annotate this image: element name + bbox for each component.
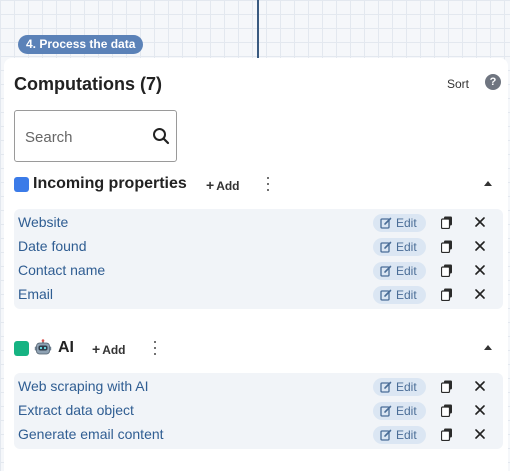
item-label[interactable]: Website [18, 214, 68, 230]
section-title-incoming: Incoming properties [33, 175, 187, 192]
robot-icon [34, 339, 52, 355]
collapse-ai-icon[interactable] [484, 345, 492, 350]
edit-icon [380, 429, 392, 441]
edit-icon [380, 289, 392, 301]
list-item: Email Edit [14, 283, 503, 307]
close-icon[interactable] [475, 429, 485, 439]
collapse-incoming-icon[interactable] [484, 181, 492, 186]
ai-color-swatch [14, 341, 29, 356]
section-title-ai: AI [58, 339, 74, 356]
edit-icon [380, 265, 392, 277]
copy-icon[interactable] [441, 288, 453, 301]
plus-icon: + [206, 177, 215, 193]
search-box[interactable] [14, 110, 177, 162]
item-label[interactable]: Date found [18, 238, 87, 254]
edit-icon [380, 381, 392, 393]
close-icon[interactable] [475, 241, 485, 251]
close-icon[interactable] [475, 405, 485, 415]
list-item: Extract data object Edit [14, 399, 503, 423]
item-label[interactable]: Email [18, 286, 53, 302]
item-label[interactable]: Web scraping with AI [18, 378, 148, 394]
ai-more-icon[interactable] [151, 341, 159, 355]
section-header-incoming: Incoming properties + Add [14, 174, 498, 196]
edit-button[interactable]: Edit [373, 238, 426, 256]
edit-button[interactable]: Edit [373, 378, 426, 396]
incoming-color-swatch [14, 177, 29, 192]
copy-icon[interactable] [441, 428, 453, 441]
help-icon[interactable]: ? [485, 74, 501, 90]
sort-button[interactable]: Sort [447, 77, 469, 91]
close-icon[interactable] [475, 217, 485, 227]
search-input[interactable] [25, 126, 145, 148]
edit-button[interactable]: Edit [373, 426, 426, 444]
list-item: Web scraping with AI Edit [14, 375, 503, 399]
item-label[interactable]: Contact name [18, 262, 105, 278]
edit-icon [380, 217, 392, 229]
plus-icon: + [92, 341, 101, 357]
add-incoming-button[interactable]: + Add [206, 177, 240, 193]
ai-list: Web scraping with AI Edit Extract data o… [14, 373, 503, 449]
edit-icon [380, 241, 392, 253]
incoming-more-icon[interactable] [264, 177, 272, 191]
edit-icon [380, 405, 392, 417]
edit-button[interactable]: Edit [373, 214, 426, 232]
panel-title: Computations (7) [14, 74, 162, 94]
section-header-ai: AI + Add [14, 338, 498, 360]
computations-panel: Computations (7) Sort ? Incoming propert… [4, 58, 508, 471]
flow-connector-line [257, 0, 259, 58]
item-label[interactable]: Extract data object [18, 402, 134, 418]
list-item: Date found Edit [14, 235, 503, 259]
close-icon[interactable] [475, 381, 485, 391]
edit-button[interactable]: Edit [373, 262, 426, 280]
copy-icon[interactable] [441, 404, 453, 417]
step-badge: 4. Process the data [18, 35, 144, 54]
item-label[interactable]: Generate email content [18, 426, 164, 442]
incoming-list: Website Edit Date found Edit Contact nam… [14, 209, 503, 309]
search-icon[interactable] [152, 127, 170, 145]
copy-icon[interactable] [441, 240, 453, 253]
add-ai-button[interactable]: + Add [92, 341, 126, 357]
close-icon[interactable] [475, 265, 485, 275]
list-item: Website Edit [14, 211, 503, 235]
copy-icon[interactable] [441, 216, 453, 229]
copy-icon[interactable] [441, 264, 453, 277]
edit-button[interactable]: Edit [373, 402, 426, 420]
close-icon[interactable] [475, 289, 485, 299]
list-item: Generate email content Edit [14, 423, 503, 447]
edit-button[interactable]: Edit [373, 286, 426, 304]
list-item: Contact name Edit [14, 259, 503, 283]
copy-icon[interactable] [441, 380, 453, 393]
